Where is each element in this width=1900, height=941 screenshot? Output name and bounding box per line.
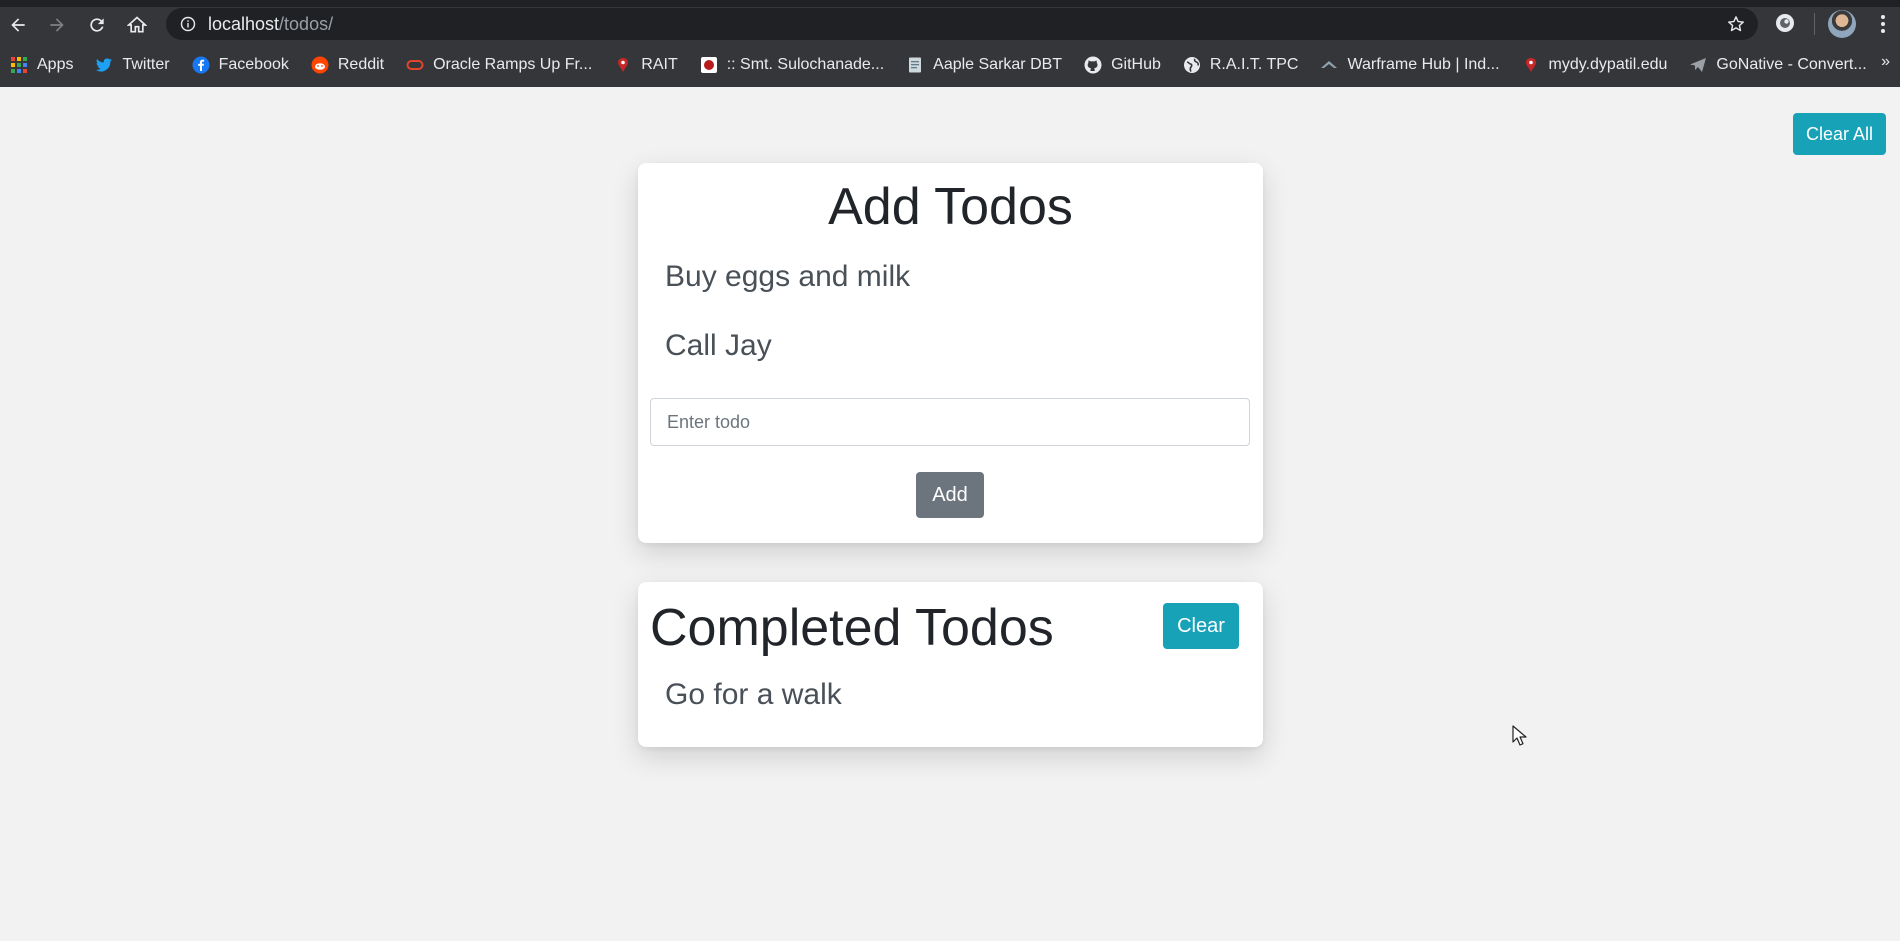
mouse-cursor-icon [1512, 725, 1527, 746]
completed-todos-title: Completed Todos [650, 599, 1054, 657]
rait-icon [614, 56, 632, 74]
bookmark-label: Facebook [218, 56, 289, 73]
more-vert-icon[interactable] [1874, 12, 1892, 36]
bookmark-label: Warframe Hub | Ind... [1347, 56, 1500, 73]
facebook-icon [192, 56, 210, 74]
toolbar-separator [1814, 13, 1815, 35]
bookmark-item[interactable]: Reddit [311, 56, 384, 74]
home-icon [127, 16, 147, 33]
tab-strip [0, 0, 1900, 7]
bookmark-item[interactable]: Aaple Sarkar DBT [906, 56, 1062, 74]
bookmark-label: Aaple Sarkar DBT [933, 56, 1063, 73]
url-text[interactable]: localhost/todos/ [208, 14, 333, 35]
warframe-icon [1320, 56, 1338, 74]
bookmarks-bar: Apps Twitter Facebook Reddit Oracle Ramps Up… [0, 50, 1900, 80]
bookmark-item[interactable]: Apps [10, 56, 73, 74]
college-seal-icon [700, 56, 718, 74]
url-path: /todos/ [279, 14, 334, 34]
url-host: localhost [208, 14, 280, 34]
github-icon [1084, 56, 1102, 74]
twitter-icon [95, 56, 113, 74]
bookmarks-overflow-button[interactable]: » [1881, 53, 1890, 71]
bookmark-item[interactable]: GoNative - Convert... [1689, 56, 1867, 74]
arrow-right-icon [50, 18, 64, 32]
completed-todos-card: Completed Todos Clear Go for a walk [638, 582, 1263, 747]
bookmark-label: Oracle Ramps Up Fr... [433, 56, 593, 73]
bookmark-item[interactable]: Warframe Hub | Ind... [1320, 56, 1500, 74]
bookmark-label: :: Smt. Sulochanade... [726, 56, 885, 73]
back-button[interactable] [3, 10, 33, 40]
add-button[interactable]: Add [916, 472, 984, 518]
forward-button[interactable] [42, 10, 72, 40]
arrow-left-icon [11, 18, 25, 32]
info-icon[interactable] [180, 16, 196, 32]
todo-item[interactable]: Buy eggs and milk [665, 260, 910, 294]
bookmark-item[interactable]: Twitter [95, 56, 170, 74]
extension-icon[interactable] [1774, 12, 1796, 34]
document-icon [906, 56, 924, 74]
bookmark-label: Twitter [122, 56, 170, 73]
add-todos-card: Add Todos Buy eggs and milk Call Jay Add [638, 163, 1263, 543]
dypatil-icon [1522, 56, 1540, 74]
clear-completed-button[interactable]: Clear [1163, 603, 1239, 649]
oracle-icon [406, 56, 424, 74]
bookmark-item[interactable]: :: Smt. Sulochanade... [700, 56, 884, 74]
bookmark-item[interactable]: mydy.dypatil.edu [1522, 56, 1668, 74]
bookmark-label: Reddit [337, 56, 385, 73]
profile-avatar[interactable] [1828, 10, 1856, 38]
todo-item[interactable]: Call Jay [665, 329, 772, 363]
home-button[interactable] [122, 10, 152, 40]
bookmark-label: GoNative - Convert... [1716, 56, 1867, 73]
bookmark-item[interactable]: GitHub [1084, 56, 1161, 74]
bookmark-item[interactable]: R.A.I.T. TPC [1183, 56, 1299, 74]
paper-plane-icon [1689, 56, 1707, 74]
bookmark-label: RAIT [641, 56, 678, 73]
bookmark-item[interactable]: RAIT [614, 56, 678, 74]
reload-icon [90, 18, 104, 32]
reddit-icon [311, 56, 329, 74]
star-icon[interactable] [1726, 14, 1746, 34]
bookmark-item[interactable]: Facebook [192, 56, 289, 74]
bookmark-item[interactable]: Oracle Ramps Up Fr... [406, 56, 592, 74]
apps-grid-icon [10, 56, 28, 74]
clear-all-button[interactable]: Clear All [1793, 113, 1886, 155]
completed-todo-item[interactable]: Go for a walk [665, 678, 842, 712]
globe-icon [1183, 56, 1201, 74]
bookmark-label: R.A.I.T. TPC [1209, 56, 1299, 73]
reload-button[interactable] [82, 10, 112, 40]
bookmark-label: GitHub [1111, 56, 1161, 73]
browser-chrome: localhost/todos/ Apps Twitter Facebook Redd… [0, 0, 1900, 87]
bookmark-label: mydy.dypatil.edu [1548, 56, 1668, 73]
todo-input[interactable] [650, 398, 1250, 446]
add-todos-title: Add Todos [828, 178, 1073, 236]
bookmark-label: Apps [37, 56, 74, 73]
address-bar[interactable]: localhost/todos/ [166, 8, 1758, 40]
